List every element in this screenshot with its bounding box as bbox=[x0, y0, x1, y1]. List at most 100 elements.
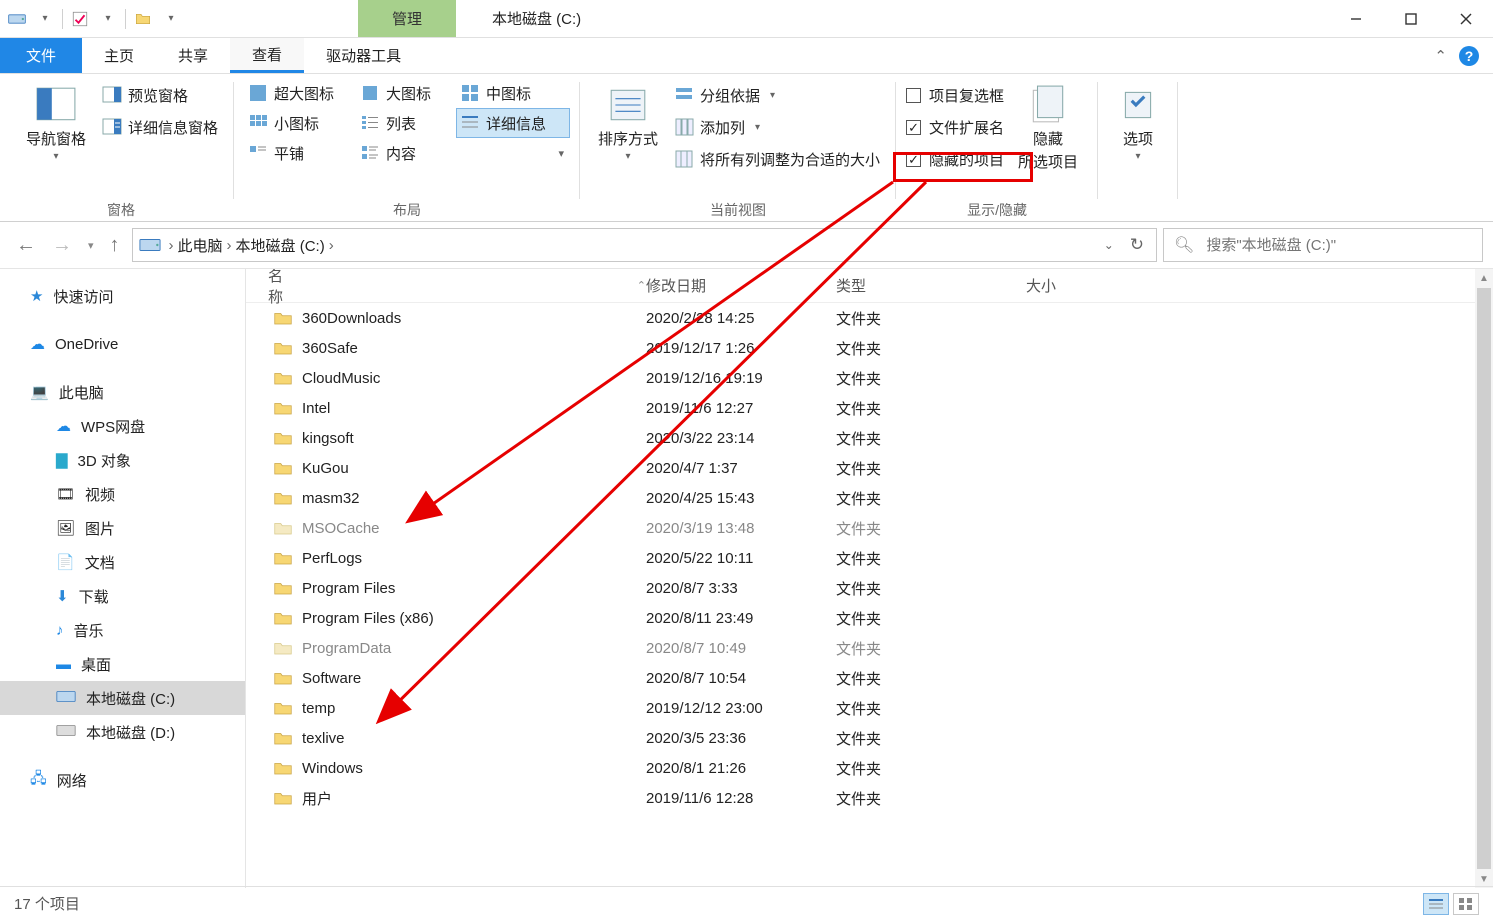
search-box[interactable]: 🔍︎ bbox=[1163, 228, 1483, 262]
col-type[interactable]: 类型 bbox=[836, 269, 1026, 302]
breadcrumb-pc[interactable]: 此电脑 bbox=[178, 235, 223, 256]
medium-icons-button[interactable]: 中图标 bbox=[456, 78, 556, 108]
file-name: masm32 bbox=[302, 490, 360, 507]
column-headers[interactable]: 名称⌃ 修改日期 类型 大小 bbox=[246, 269, 1493, 303]
close-button[interactable] bbox=[1438, 0, 1493, 37]
tree-quick-access[interactable]: ★快速访问 bbox=[0, 279, 245, 313]
back-button[interactable]: ← bbox=[16, 234, 36, 257]
group-label-panes: 窗格 bbox=[107, 199, 135, 221]
size-all-columns-button[interactable]: 将所有列调整为合适的大小 bbox=[670, 144, 886, 174]
col-name[interactable]: 名称 bbox=[268, 269, 297, 307]
small-icons-button[interactable]: 小图标 bbox=[244, 108, 356, 138]
vertical-scrollbar[interactable]: ▲ ▼ bbox=[1475, 269, 1493, 888]
details-pane-button[interactable]: 详细信息窗格 bbox=[98, 112, 224, 142]
tab-share[interactable]: 共享 bbox=[156, 38, 230, 73]
breadcrumb-drive[interactable]: 本地磁盘 (C:) bbox=[236, 235, 325, 256]
tree-documents[interactable]: 📄文档 bbox=[0, 545, 245, 579]
minimize-button[interactable] bbox=[1328, 0, 1383, 37]
col-size[interactable]: 大小 bbox=[1026, 269, 1493, 302]
table-row[interactable]: PerfLogs2020/5/22 10:11文件夹 bbox=[246, 543, 1493, 573]
table-row[interactable]: Program Files (x86)2020/8/11 23:49文件夹 bbox=[246, 603, 1493, 633]
qat-dropdown-icon[interactable]: ▾ bbox=[97, 8, 119, 30]
recent-locations-icon[interactable]: ▾ bbox=[88, 239, 94, 252]
refresh-icon[interactable]: ↻ bbox=[1130, 235, 1144, 255]
tree-wps[interactable]: ☁WPS网盘 bbox=[0, 409, 245, 443]
maximize-button[interactable] bbox=[1383, 0, 1438, 37]
tree-3d-objects[interactable]: ▇3D 对象 bbox=[0, 443, 245, 477]
file-name: 用户 bbox=[302, 788, 332, 809]
file-date: 2020/3/5 23:36 bbox=[646, 730, 836, 747]
tree-videos[interactable]: 🎞视频 bbox=[0, 477, 245, 511]
extra-large-icons-button[interactable]: 超大图标 bbox=[244, 78, 356, 108]
details-view-toggle[interactable] bbox=[1423, 893, 1449, 915]
tree-network[interactable]: 🖧网络 bbox=[0, 763, 245, 797]
table-row[interactable]: KuGou2020/4/7 1:37文件夹 bbox=[246, 453, 1493, 483]
table-row[interactable]: masm322020/4/25 15:43文件夹 bbox=[246, 483, 1493, 513]
table-row[interactable]: 360Safe2019/12/17 1:26文件夹 bbox=[246, 333, 1493, 363]
large-icons-button[interactable]: 大图标 bbox=[356, 78, 456, 108]
search-input[interactable] bbox=[1204, 236, 1472, 255]
folder-icon[interactable] bbox=[132, 8, 154, 30]
table-row[interactable]: texlive2020/3/5 23:36文件夹 bbox=[246, 723, 1493, 753]
tree-downloads[interactable]: ⬇下载 bbox=[0, 579, 245, 613]
tree-this-pc[interactable]: 💻此电脑 bbox=[0, 375, 245, 409]
breadcrumb[interactable]: › 此电脑 › 本地磁盘 (C:) › bbox=[169, 235, 1096, 256]
table-row[interactable]: MSOCache2020/3/19 13:48文件夹 bbox=[246, 513, 1493, 543]
large-icons-view-toggle[interactable] bbox=[1453, 893, 1479, 915]
collapse-ribbon-icon[interactable]: ⌃ bbox=[1434, 47, 1447, 65]
options-button[interactable]: 选项 ▾ bbox=[1108, 78, 1168, 162]
sort-by-button[interactable]: 排序方式 ▾ bbox=[590, 78, 666, 162]
help-icon[interactable]: ? bbox=[1459, 46, 1479, 66]
layout-more-icon[interactable]: ▾ bbox=[558, 147, 564, 160]
table-row[interactable]: Program Files2020/8/7 3:33文件夹 bbox=[246, 573, 1493, 603]
tree-music[interactable]: ♪音乐 bbox=[0, 613, 245, 647]
file-name: Program Files (x86) bbox=[302, 610, 434, 627]
add-columns-button[interactable]: 添加列▾ bbox=[670, 112, 886, 142]
table-row[interactable]: CloudMusic2019/12/16 19:19文件夹 bbox=[246, 363, 1493, 393]
tree-drive-d[interactable]: 本地磁盘 (D:) bbox=[0, 715, 245, 749]
tab-drive-tools[interactable]: 驱动器工具 bbox=[304, 38, 423, 73]
address-bar[interactable]: › 此电脑 › 本地磁盘 (C:) › ⌄ ↻ bbox=[132, 228, 1157, 262]
scroll-up-icon[interactable]: ▲ bbox=[1475, 269, 1493, 287]
details-view-button[interactable]: 详细信息 bbox=[456, 108, 570, 138]
tree-pictures[interactable]: 🖼图片 bbox=[0, 511, 245, 545]
item-checkboxes-toggle[interactable]: 项目复选框 bbox=[906, 80, 1004, 110]
preview-pane-button[interactable]: 预览窗格 bbox=[98, 80, 224, 110]
table-row[interactable]: ProgramData2020/8/7 10:49文件夹 bbox=[246, 633, 1493, 663]
col-date[interactable]: 修改日期 bbox=[646, 269, 836, 302]
table-row[interactable]: Windows2020/8/1 21:26文件夹 bbox=[246, 753, 1493, 783]
table-row[interactable]: temp2019/12/12 23:00文件夹 bbox=[246, 693, 1493, 723]
contextual-tab-manage[interactable]: 管理 bbox=[358, 0, 456, 37]
scroll-thumb[interactable] bbox=[1477, 288, 1491, 869]
qat-dropdown-icon[interactable]: ▾ bbox=[34, 8, 56, 30]
hide-selected-button[interactable]: 隐藏 所选项目 bbox=[1008, 78, 1088, 172]
qat-dropdown-icon[interactable]: ▾ bbox=[160, 8, 182, 30]
table-row[interactable]: 用户2019/11/6 12:28文件夹 bbox=[246, 783, 1493, 813]
content-button[interactable]: 内容 bbox=[356, 138, 456, 168]
file-list[interactable]: 名称⌃ 修改日期 类型 大小 360Downloads2020/2/28 14:… bbox=[246, 269, 1493, 888]
up-button[interactable]: ↑ bbox=[110, 234, 120, 257]
tab-view[interactable]: 查看 bbox=[230, 38, 304, 73]
forward-button[interactable]: → bbox=[52, 234, 72, 257]
tree-drive-c[interactable]: 本地磁盘 (C:) bbox=[0, 681, 245, 715]
table-row[interactable]: 360Downloads2020/2/28 14:25文件夹 bbox=[246, 303, 1493, 333]
hidden-items-toggle[interactable]: 隐藏的项目 bbox=[906, 144, 1004, 174]
tiles-button[interactable]: 平铺 bbox=[244, 138, 356, 168]
tree-onedrive[interactable]: ☁OneDrive bbox=[0, 327, 245, 361]
properties-icon[interactable] bbox=[69, 8, 91, 30]
navigation-pane-button[interactable]: 导航窗格 ▾ bbox=[18, 78, 94, 162]
group-by-button[interactable]: 分组依据▾ bbox=[670, 80, 886, 110]
tab-file[interactable]: 文件 bbox=[0, 38, 82, 73]
file-type: 文件夹 bbox=[836, 308, 1026, 329]
table-row[interactable]: Intel2019/11/6 12:27文件夹 bbox=[246, 393, 1493, 423]
list-button[interactable]: 列表 bbox=[356, 108, 456, 138]
tree-desktop[interactable]: ▬桌面 bbox=[0, 647, 245, 681]
navigation-tree[interactable]: ★快速访问 ☁OneDrive 💻此电脑 ☁WPS网盘 ▇3D 对象 🎞视频 🖼… bbox=[0, 269, 246, 888]
file-date: 2019/12/17 1:26 bbox=[646, 340, 836, 357]
table-row[interactable]: Software2020/8/7 10:54文件夹 bbox=[246, 663, 1493, 693]
file-name: texlive bbox=[302, 730, 345, 747]
address-dropdown-icon[interactable]: ⌄ bbox=[1104, 238, 1114, 252]
file-extensions-toggle[interactable]: 文件扩展名 bbox=[906, 112, 1004, 142]
tab-home[interactable]: 主页 bbox=[82, 38, 156, 73]
table-row[interactable]: kingsoft2020/3/22 23:14文件夹 bbox=[246, 423, 1493, 453]
